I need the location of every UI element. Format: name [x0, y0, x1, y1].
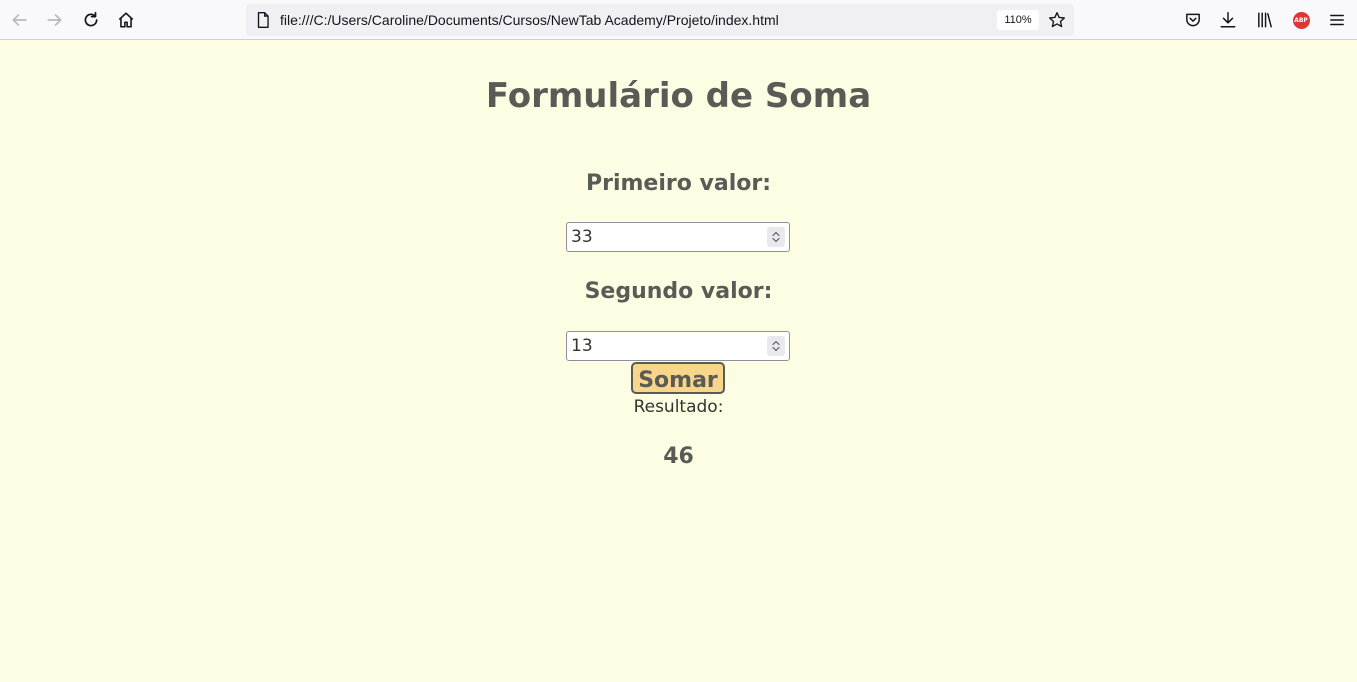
page-content: Formulário de Soma Primeiro valor: 33 Se…	[0, 41, 1357, 682]
second-value-text: 13	[571, 336, 593, 356]
back-icon	[12, 14, 27, 26]
pocket-button[interactable]	[1179, 6, 1207, 34]
library-icon	[1258, 12, 1272, 28]
result-value: 46	[663, 444, 694, 469]
first-value-text: 33	[571, 227, 593, 247]
adblock-button[interactable]: ABP	[1287, 6, 1315, 34]
result-label: Resultado:	[633, 397, 724, 417]
reload-button[interactable]	[77, 6, 105, 34]
reload-icon	[84, 11, 98, 27]
bookmark-button[interactable]	[1046, 10, 1068, 30]
forward-button[interactable]	[41, 6, 69, 34]
home-icon	[118, 12, 134, 28]
browser-toolbar: file:///C:/Users/Caroline/Documents/Curs…	[0, 0, 1357, 40]
second-value-spinner[interactable]	[767, 336, 785, 356]
second-value-label: Segundo valor:	[584, 279, 773, 304]
chevron-down-icon	[772, 237, 780, 243]
menu-icon	[1330, 14, 1344, 26]
back-button[interactable]	[5, 6, 33, 34]
menu-button[interactable]	[1323, 6, 1351, 34]
adblock-plus-icon: ABP	[1292, 11, 1310, 29]
first-value-spinner[interactable]	[767, 227, 785, 247]
first-value-input[interactable]: 33	[566, 222, 790, 252]
url-text: file:///C:/Users/Caroline/Documents/Curs…	[280, 12, 779, 28]
sum-button[interactable]: Somar	[631, 362, 725, 394]
library-button[interactable]	[1251, 6, 1279, 34]
home-button[interactable]	[112, 6, 140, 34]
downloads-icon	[1220, 11, 1236, 28]
zoom-level[interactable]: 110%	[997, 10, 1039, 30]
second-value-input[interactable]: 13	[566, 331, 790, 361]
pocket-icon	[1186, 13, 1200, 27]
downloads-button[interactable]	[1214, 6, 1242, 34]
chevron-up-icon	[772, 231, 780, 237]
forward-icon	[47, 14, 62, 26]
first-value-label: Primeiro valor:	[585, 171, 771, 196]
page-title: Formulário de Soma	[485, 76, 872, 116]
address-bar[interactable]: file:///C:/Users/Caroline/Documents/Curs…	[246, 4, 1074, 36]
chevron-up-icon	[772, 340, 780, 346]
chevron-down-icon	[772, 346, 780, 352]
page-icon	[257, 12, 269, 28]
bookmark-star-icon	[1049, 12, 1065, 28]
